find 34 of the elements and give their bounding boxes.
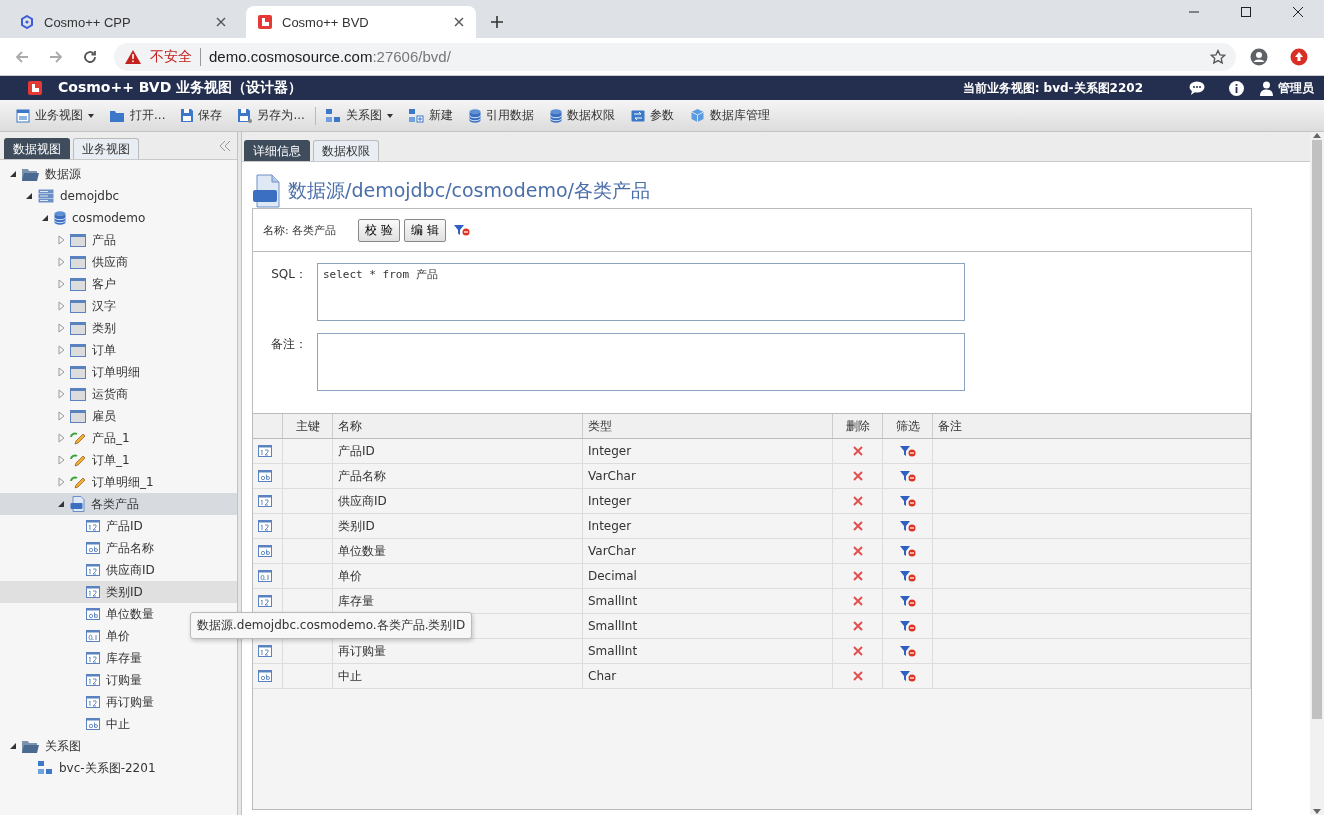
table-cell: Decimal (582, 563, 833, 589)
column-header: 名称 (332, 414, 583, 439)
url-text: demo.cosmosource.com:27606/bvd/ (209, 48, 452, 65)
tab-title: Cosmo++ CPP (44, 14, 132, 30)
table-cell: 单位数量 (332, 538, 583, 564)
page-title: 数据源/demojdbc/cosmodemo/各类产品 (288, 178, 650, 203)
column-header: 主键 (282, 414, 333, 439)
column-header: 删除 (832, 414, 883, 439)
sql-label: SQL： (270, 266, 308, 283)
column-header: 备注 (932, 414, 1251, 439)
table-cell: Integer (582, 513, 833, 539)
security-label: 不安全 (150, 47, 201, 66)
app-title: Cosmo++ BVD 业务视图（设计器） (58, 79, 303, 97)
tooltip: 数据源.demojdbc.cosmodemo.各类产品.类别ID (190, 612, 473, 639)
table-cell: VarChar (582, 463, 833, 489)
table-cell: Integer (582, 438, 833, 464)
column-header: 类型 (582, 414, 833, 439)
table-cell: 中止 (332, 663, 583, 689)
table-cell: 单价 (332, 563, 583, 589)
current-view-label: 当前业务视图: bvd-关系图2202 (962, 79, 1143, 97)
table-cell: 产品名称 (332, 463, 583, 489)
name-label: 名称: 各类产品 (263, 222, 337, 238)
table-cell: 产品ID (332, 438, 583, 464)
table-cell: SmallInt (582, 638, 833, 664)
tab-title: Cosmo++ BVD (282, 14, 370, 30)
table-cell: 供应商ID (332, 488, 583, 514)
table-cell: VarChar (582, 538, 833, 564)
table-cell: Char (582, 663, 833, 689)
note-label: 备注： (270, 336, 308, 353)
column-header: 筛选 (882, 414, 933, 439)
table-cell: 类别ID (332, 513, 583, 539)
table-cell: Integer (582, 488, 833, 514)
table-cell: SmallInt (582, 613, 833, 639)
table-cell: SmallInt (582, 588, 833, 614)
